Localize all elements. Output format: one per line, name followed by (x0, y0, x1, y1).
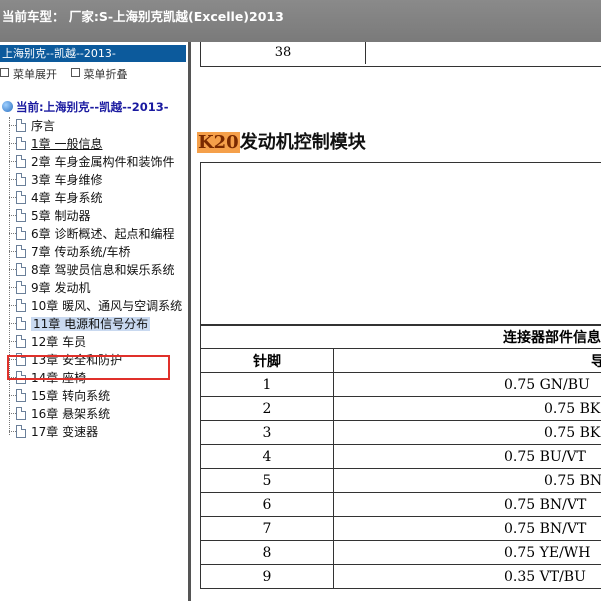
document-icon (16, 263, 26, 276)
component-name: 发动机控制模块 (239, 132, 366, 153)
table-row: 5 0.75 BN (200, 468, 601, 493)
component-code: K20 (197, 132, 240, 153)
tree-item-chapter-15[interactable]: 15章 转向系统 (9, 387, 110, 405)
previous-table-tail: 38 (200, 42, 601, 67)
table-row: 3 0.75 BK (200, 420, 601, 445)
tree-item-chapter-8[interactable]: 8章 驾驶员信息和娱乐系统 (9, 261, 174, 279)
table-row: 8 0.75 YE/WH (200, 540, 601, 565)
column-header-wire: 导线 (333, 348, 601, 373)
expand-menu-button[interactable]: 菜单展开 (0, 68, 57, 81)
tree-item-chapter-17[interactable]: 17章 变速器 (9, 423, 98, 441)
document-icon (16, 173, 26, 186)
tree-item-chapter-12[interactable]: 12章 车员 (9, 333, 86, 351)
document-icon (16, 425, 26, 438)
table-row: 6 0.75 BN/VT (200, 492, 601, 517)
tree-item-chapter-11[interactable]: 11章 电源和信号分布 (9, 315, 151, 333)
globe-icon (2, 101, 13, 112)
document-icon (16, 191, 26, 204)
collapse-icon (70, 68, 80, 77)
selection-highlight (7, 355, 170, 380)
content-pane: 38 K20发动机控制模块 连接器部件信息 针脚 导线 10.75 GN/BU … (191, 42, 601, 601)
tree-root[interactable]: 当前:上海别克--凯越--2013- (2, 99, 168, 115)
connector-table: 连接器部件信息 针脚 导线 10.75 GN/BU 20.75 BK 30.75… (200, 324, 601, 589)
table-row: 1 0.75 GN/BU (200, 372, 601, 397)
table-cell: 38 (201, 42, 366, 64)
expand-menu-label: 菜单展开 (13, 68, 57, 81)
table-row: 4 0.75 BU/VT (200, 444, 601, 469)
title-bar: 当前车型： 厂家:S-上海别克凯越(Excelle)2013 (0, 0, 601, 42)
tree-item-chapter-1[interactable]: 1章 一般信息 (9, 135, 102, 153)
document-icon (16, 137, 26, 150)
document-icon (16, 209, 26, 222)
collapse-menu-button[interactable]: 菜单折叠 (70, 68, 128, 81)
tree-item-chapter-5[interactable]: 5章 制动器 (9, 207, 90, 225)
tree-item-preface[interactable]: 序言 (9, 117, 55, 135)
tree-item-chapter-4[interactable]: 4章 车身系统 (9, 189, 102, 207)
table-row: 2 0.75 BK (200, 396, 601, 421)
document-icon (16, 335, 26, 348)
document-icon (16, 389, 26, 402)
tree-item-chapter-16[interactable]: 16章 悬架系统 (9, 405, 110, 423)
tree-item-chapter-6[interactable]: 6章 诊断概述、起点和编程 (9, 225, 174, 243)
collapse-menu-label: 菜单折叠 (83, 68, 128, 81)
sidebar: 上海别克--凯越--2013- 菜单展开 菜单折叠 当前:上海别克--凯越--2… (0, 42, 188, 601)
column-header-pin: 针脚 (200, 348, 334, 373)
expand-icon (0, 68, 9, 77)
document-icon (16, 119, 26, 132)
page-title: K20发动机控制模块 (197, 128, 366, 154)
document-icon (16, 281, 26, 294)
sidebar-header: 上海别克--凯越--2013- (0, 45, 186, 62)
document-icon (16, 245, 26, 258)
connector-image (200, 162, 601, 326)
window-title: 当前车型： 厂家:S-上海别克凯越(Excelle)2013 (2, 9, 284, 24)
tree-item-chapter-2[interactable]: 2章 车身金属构件和装饰件 (9, 153, 174, 171)
document-icon (16, 155, 26, 168)
tree-item-chapter-10[interactable]: 10章 暖风、通风与空调系统 (9, 297, 182, 315)
tree-item-chapter-7[interactable]: 7章 传动系统/车桥 (9, 243, 131, 261)
table-row: 9 0.35 VT/BU (200, 564, 601, 589)
table-row: 7 0.75 BN/VT (200, 516, 601, 541)
table-caption: 连接器部件信息 (200, 324, 601, 349)
document-icon (16, 227, 26, 240)
document-icon (16, 407, 26, 420)
document-icon (16, 317, 26, 330)
tree-item-chapter-9[interactable]: 9章 发动机 (9, 279, 90, 297)
menu-tools: 菜单展开 菜单折叠 (0, 66, 138, 82)
tree-item-chapter-3[interactable]: 3章 车身维修 (9, 171, 102, 189)
tree-root-label: 当前:上海别克--凯越--2013- (16, 100, 169, 114)
document-icon (16, 299, 26, 312)
